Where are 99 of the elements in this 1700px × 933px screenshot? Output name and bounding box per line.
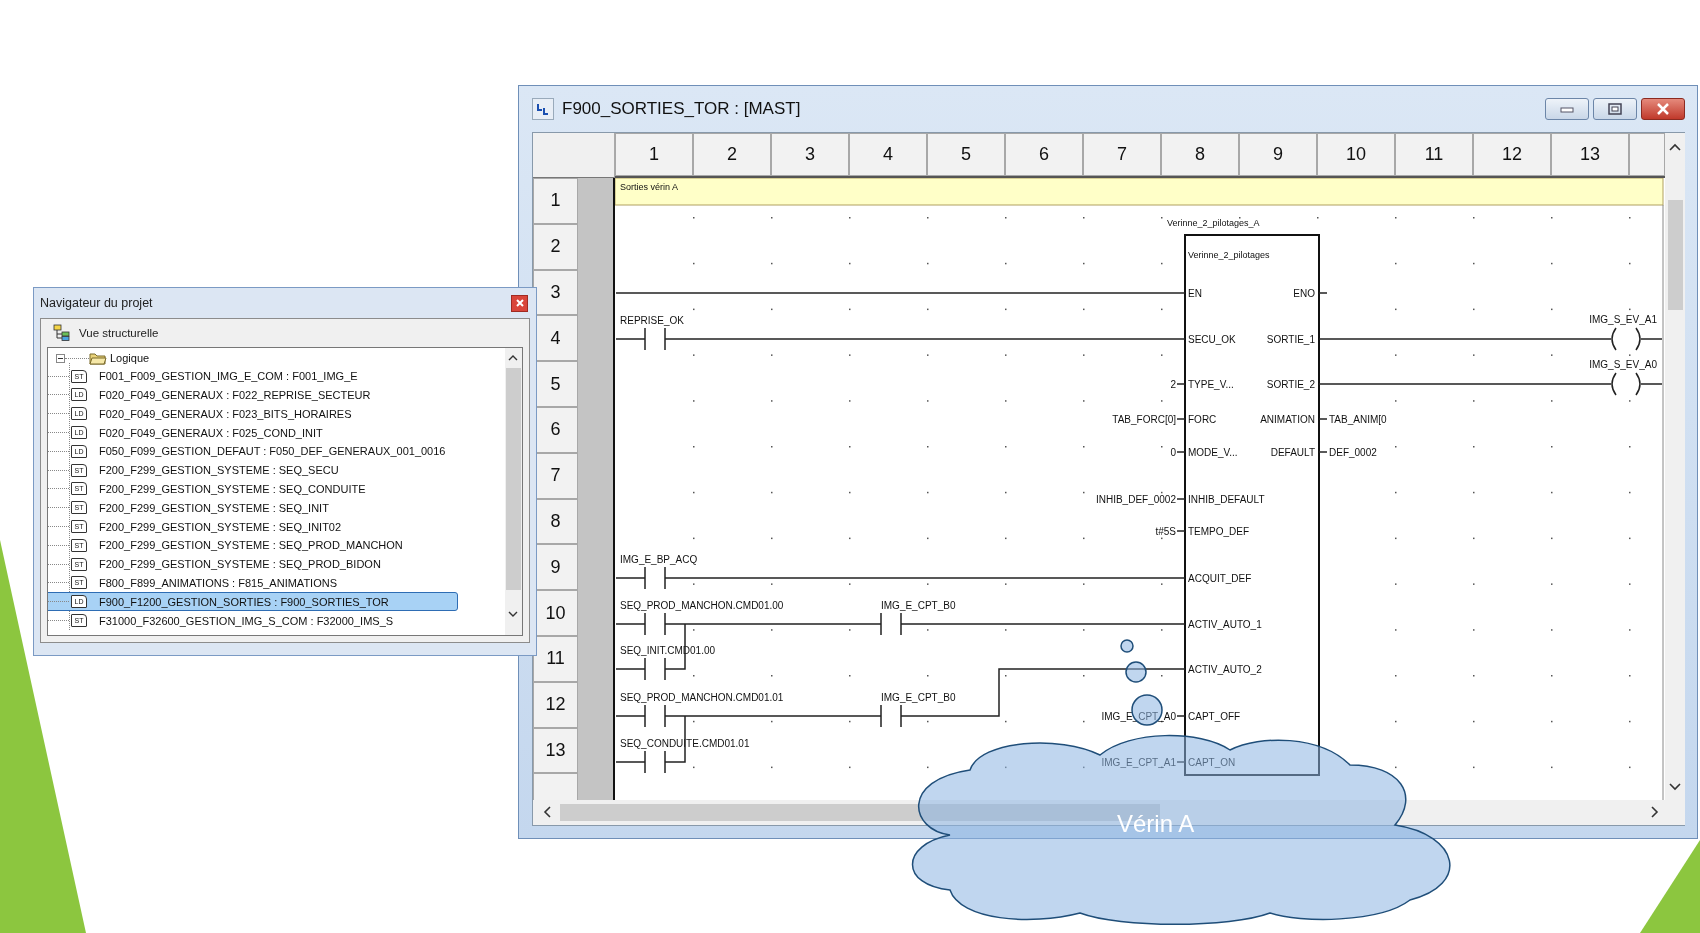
pin-label: ANIMATION — [1260, 414, 1315, 425]
pin-label: INHIB_DEFAULT — [1188, 494, 1265, 505]
block-type-name: Verinne_2_pilotages — [1188, 250, 1270, 260]
column-header: 1 — [615, 133, 693, 176]
scroll-right-icon[interactable] — [1651, 806, 1659, 818]
pin-value: 2 — [1170, 379, 1176, 390]
scrollbar-thumb[interactable] — [506, 368, 521, 590]
wire — [1176, 383, 1186, 385]
row-header: 12 — [533, 681, 578, 728]
scroll-up-icon[interactable] — [1669, 143, 1681, 151]
pin-value: 0 — [1170, 447, 1176, 458]
close-button[interactable] — [511, 294, 528, 312]
wire — [1318, 451, 1328, 453]
variable-label: IMG_E_CPT_B0 — [881, 692, 956, 703]
contact-symbol — [880, 612, 902, 636]
pin-label: SECU_OK — [1188, 334, 1236, 345]
tree-item[interactable]: Logique — [107, 352, 153, 365]
contact-symbol — [880, 704, 902, 728]
variable-label: IMG_S_EV_A0 — [1589, 359, 1657, 370]
pin-label: CAPT_OFF — [1188, 711, 1241, 722]
contact-symbol — [644, 750, 666, 774]
pin-label: FORC — [1188, 414, 1217, 425]
row-header: 13 — [533, 727, 578, 774]
scroll-up-icon[interactable] — [508, 354, 518, 361]
minimize-button[interactable] — [1545, 98, 1589, 120]
pin-value: TAB_FORC[0] — [1112, 414, 1176, 425]
column-header: 8 — [1161, 133, 1239, 176]
wire — [1176, 418, 1186, 420]
column-header: 13 — [1551, 133, 1629, 176]
ladder-icon — [536, 102, 550, 116]
close-icon — [1656, 103, 1670, 115]
wire — [1176, 761, 1186, 763]
pin-value: INHIB_DEF_0002 — [1095, 494, 1176, 505]
pin-label: TYPE_V... — [1188, 379, 1234, 390]
pin-label: ACTIV_AUTO_1 — [1188, 619, 1262, 630]
variable-label: IMG_S_EV_A1 — [1589, 314, 1657, 325]
pin-label: EN — [1188, 288, 1202, 299]
wire — [1318, 292, 1328, 294]
block-instance-name: Verinne_2_pilotages_A — [1167, 218, 1260, 228]
column-header: 11 — [1395, 133, 1473, 176]
variable-label: REPRISE_OK — [620, 315, 684, 326]
pin-label: ENO — [1293, 288, 1315, 299]
wire — [1318, 418, 1328, 420]
pin-label: SORTIE_1 — [1266, 334, 1315, 345]
contact-symbol — [644, 657, 666, 681]
pin-label: SORTIE_2 — [1266, 379, 1315, 390]
row-header: 3 — [533, 269, 578, 316]
row-header: 11 — [533, 635, 578, 682]
contact-symbol — [644, 704, 666, 728]
pin-label: DEFAULT — [1270, 447, 1315, 458]
close-button[interactable] — [1641, 98, 1685, 120]
wire — [1176, 451, 1186, 453]
hierarchy-icon — [53, 324, 71, 342]
scroll-left-icon[interactable] — [543, 806, 551, 818]
pin-value: TAB_ANIM[0 — [1329, 414, 1387, 425]
scrollbar-thumb[interactable] — [1668, 200, 1683, 310]
scroll-down-icon[interactable] — [508, 611, 518, 618]
column-header: 9 — [1239, 133, 1317, 176]
pin-label: TEMPO_DEF — [1188, 526, 1250, 537]
pin-label: MODE_V... — [1188, 447, 1238, 458]
scroll-down-icon[interactable] — [1669, 783, 1681, 791]
contact-symbol — [644, 327, 666, 351]
contact-symbol — [644, 566, 666, 590]
pin-value: DEF_0002 — [1329, 447, 1377, 458]
column-header: 2 — [693, 133, 771, 176]
close-icon — [515, 299, 524, 307]
rung-comment: Sorties vérin A — [620, 182, 679, 192]
window-title: F900_SORTIES_TOR : [MAST] — [562, 99, 801, 119]
pin-value: t#5S — [1155, 526, 1176, 537]
column-header: 7 — [1083, 133, 1161, 176]
contact-symbol — [644, 612, 666, 636]
variable-label: SEQ_PROD_MANCHON.CMD01.00 — [620, 600, 784, 611]
wire — [1176, 530, 1186, 532]
column-header: 4 — [849, 133, 927, 176]
wire — [1176, 498, 1186, 500]
coil-symbol — [1611, 327, 1641, 351]
minimize-icon — [1560, 105, 1574, 113]
view-label: Vue structurelle — [79, 327, 159, 339]
row-header: 2 — [533, 223, 578, 270]
pin-label: ACQUIT_DEF — [1188, 573, 1252, 584]
folder-icon — [89, 351, 107, 366]
restore-icon — [1608, 103, 1622, 115]
column-header: 3 — [771, 133, 849, 176]
coil-symbol — [1611, 372, 1641, 396]
column-header: 6 — [1005, 133, 1083, 176]
panel-title: Navigateur du projet — [40, 296, 153, 310]
row-header: 1 — [533, 178, 578, 224]
variable-label: IMG_E_CPT_B0 — [881, 600, 956, 611]
variable-label: SEQ_PROD_MANCHON.CMD01.01 — [620, 692, 784, 703]
column-header: 5 — [927, 133, 1005, 176]
collapse-icon[interactable] — [56, 353, 65, 363]
maximize-button[interactable] — [1593, 98, 1637, 120]
pin-label: ACTIV_AUTO_2 — [1188, 664, 1262, 675]
pin-label: CAPT_ON — [1188, 757, 1236, 768]
variable-label: IMG_E_BP_ACQ — [620, 554, 698, 565]
column-header: 12 — [1473, 133, 1551, 176]
callout-text: Vérin A — [1117, 810, 1195, 837]
pin-value: IMG_E_CPT_A1 — [1101, 757, 1176, 768]
column-header: 10 — [1317, 133, 1395, 176]
